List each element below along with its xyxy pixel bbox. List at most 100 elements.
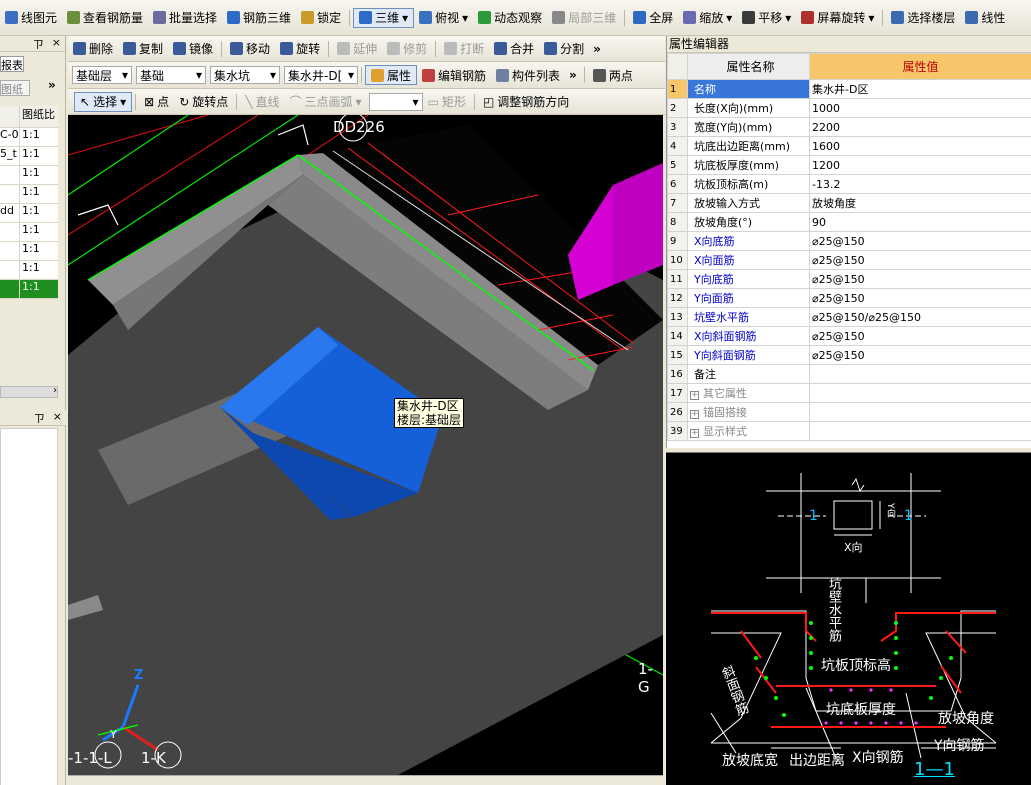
3d-viewport[interactable]: DD226 集水井-D区 楼层:基础层 Z Y -1-1-L 1-K 1-G (68, 115, 663, 775)
property-value[interactable]: -13.2 (809, 174, 1031, 194)
move-button[interactable]: 移动 (225, 39, 275, 59)
toolbar-button-pan[interactable]: 平移 ▾ (737, 8, 796, 28)
toolbar-button-linear[interactable]: 线性 (960, 8, 1010, 28)
expand-icon[interactable]: + (690, 391, 699, 400)
list-item[interactable]: 1:1 (0, 185, 58, 204)
property-row[interactable]: 15 Y向斜面钢筋 ⌀25@150 (667, 345, 1031, 365)
property-row[interactable]: 11 Y向底筋 ⌀25@150 (667, 269, 1031, 289)
property-value[interactable]: 放坡角度 (809, 193, 1031, 213)
arc-button[interactable]: ⌒ 三点画弧 ▾ (285, 92, 367, 112)
split-button[interactable]: 分割 (539, 39, 589, 59)
property-row[interactable]: 3 宽度(Y向)(mm) 2200 (667, 117, 1031, 137)
property-row[interactable]: 8 放坡角度(°) 90 (667, 212, 1031, 232)
property-row[interactable]: 4 坑底出边距离(mm) 1600 (667, 136, 1031, 156)
type-select[interactable]: 集水坑 ▾ (210, 66, 280, 84)
property-value[interactable]: ⌀25@150 (809, 269, 1031, 289)
toolbar-button-zoom[interactable]: 缩放 ▾ (678, 8, 737, 28)
close-icon-2[interactable]: × (53, 410, 62, 425)
toolbar-button-rebar-3d[interactable]: 钢筋三维 (222, 8, 296, 28)
property-value[interactable]: ⌀25@150 (809, 231, 1031, 251)
break-button[interactable]: 打断 (439, 39, 489, 59)
left-more-arrow[interactable]: » (48, 78, 56, 92)
scene-canvas[interactable] (68, 115, 663, 775)
rect-button[interactable]: ▭ 矩形 (423, 92, 471, 112)
property-row[interactable]: 2 长度(X向)(mm) 1000 (667, 98, 1031, 118)
property-row[interactable]: 26 + 锚固搭接 (667, 402, 1031, 422)
list-item[interactable]: 1:1 (0, 166, 58, 185)
component-select[interactable]: 集水井-D[▾ (284, 66, 358, 84)
property-value[interactable]: 2200 (809, 117, 1031, 137)
list-item[interactable]: 5_t 1:1 (0, 147, 58, 166)
list-item[interactable]: 1:1 (0, 261, 58, 280)
toolbar-button-screen-rotate[interactable]: 屏幕旋转 ▾ (796, 8, 879, 28)
toolbar-button-cube-3d[interactable]: 三维 ▾ (353, 7, 415, 28)
expand-icon[interactable]: + (690, 410, 699, 419)
property-row[interactable]: 1 名称 集水井-D区 (667, 79, 1031, 99)
property-row[interactable]: 9 X向底筋 ⌀25@150 (667, 231, 1031, 251)
property-value[interactable]: ⌀25@150 (809, 345, 1031, 365)
toolbar-button-lock[interactable]: 锁定 (296, 8, 346, 28)
trim-button[interactable]: 修剪 (382, 39, 432, 59)
property-value[interactable]: 90 (809, 212, 1031, 232)
list-item[interactable]: 1:1 (0, 223, 58, 242)
property-value[interactable]: 1200 (809, 155, 1031, 175)
property-value[interactable]: 1000 (809, 98, 1031, 118)
category-select[interactable]: 基础 ▾ (136, 66, 206, 84)
property-row[interactable]: 13 坑壁水平筋 ⌀25@150/⌀25@150 (667, 307, 1031, 327)
scroll-right-icon[interactable]: › (53, 385, 57, 396)
rotate-button[interactable]: 旋转 (275, 39, 325, 59)
property-row[interactable]: 14 X向斜面钢筋 ⌀25@150 (667, 326, 1031, 346)
drawing-button[interactable]: 图纸 (0, 80, 30, 96)
floor-select[interactable]: 基础层 ▾ (72, 66, 132, 84)
pin-icon[interactable]: ㄗ (33, 36, 44, 51)
line-button[interactable]: ╲ 直线 (240, 92, 284, 112)
more-tools-arrow[interactable]: » (589, 42, 605, 56)
select-button[interactable]: ↖ 选择 ▾ (74, 91, 133, 112)
property-value[interactable] (809, 364, 1031, 384)
property-value[interactable]: ⌀25@150 (809, 326, 1031, 346)
component-list-button[interactable]: 构件列表 (491, 65, 565, 85)
mirror-button[interactable]: 镜像 (168, 39, 218, 59)
property-value[interactable]: 1600 (809, 136, 1031, 156)
property-row[interactable]: 10 X向面筋 ⌀25@150 (667, 250, 1031, 270)
edit-rebar-button[interactable]: 编辑钢筋 (417, 65, 491, 85)
toolbar-button-orbit[interactable]: 动态观察 (473, 8, 547, 28)
more-tools-arrow-2[interactable]: » (565, 68, 581, 82)
property-value[interactable] (809, 402, 1031, 422)
pin-icon-2[interactable]: ㄗ (34, 410, 45, 425)
merge-button[interactable]: 合并 (489, 39, 539, 59)
report-tab[interactable]: 报表 (0, 56, 24, 72)
two-points-button[interactable]: 两点 (588, 65, 638, 85)
extend-button[interactable]: 延伸 (332, 39, 382, 59)
arc-option-select[interactable]: ▾ (368, 92, 423, 111)
toolbar-button-batch-select[interactable]: 批量选择 (148, 8, 222, 28)
adjust-rebar-direction-button[interactable]: ◰ 调整钢筋方向 (478, 92, 574, 112)
toolbar-button-fullscreen[interactable]: 全屏 (628, 8, 678, 28)
property-value[interactable] (809, 421, 1031, 441)
toolbar-button-rebar-qty[interactable]: 查看钢筋量 (62, 8, 148, 28)
property-value[interactable]: ⌀25@150/⌀25@150 (809, 307, 1031, 327)
rotate-point-button[interactable]: ↻ 旋转点 (174, 92, 233, 112)
copy-button[interactable]: 复制 (118, 39, 168, 59)
delete-button[interactable]: 删除 (68, 39, 118, 59)
point-button[interactable]: ⊠ 点 (139, 92, 174, 112)
expand-icon[interactable]: + (690, 429, 699, 438)
property-row[interactable]: 5 坑底板厚度(mm) 1200 (667, 155, 1031, 175)
properties-button[interactable]: 属性 (365, 65, 418, 85)
property-value[interactable]: ⌀25@150 (809, 288, 1031, 308)
toolbar-button-select-floor[interactable]: 选择楼层 (886, 8, 960, 28)
property-row[interactable]: 12 Y向面筋 ⌀25@150 (667, 288, 1031, 308)
property-row[interactable]: 7 放坡输入方式 放坡角度 (667, 193, 1031, 213)
toolbar-button-local-3d[interactable]: 局部三维 (547, 8, 621, 28)
left-hscrollbar[interactable]: › (0, 385, 58, 398)
property-value[interactable] (809, 383, 1031, 403)
property-row[interactable]: 17 + 其它属性 (667, 383, 1031, 403)
toolbar-button-element[interactable]: 线图元 (0, 8, 62, 28)
property-value[interactable]: 集水井-D区 (809, 79, 1031, 99)
property-row[interactable]: 39 + 显示样式 (667, 421, 1031, 441)
list-item[interactable]: 1:1 (0, 280, 58, 299)
list-item[interactable]: C-0 1:1 (0, 128, 58, 147)
list-item[interactable]: 1:1 (0, 242, 58, 261)
property-row[interactable]: 16 备注 (667, 364, 1031, 384)
list-item[interactable]: dd 1:1 (0, 204, 58, 223)
